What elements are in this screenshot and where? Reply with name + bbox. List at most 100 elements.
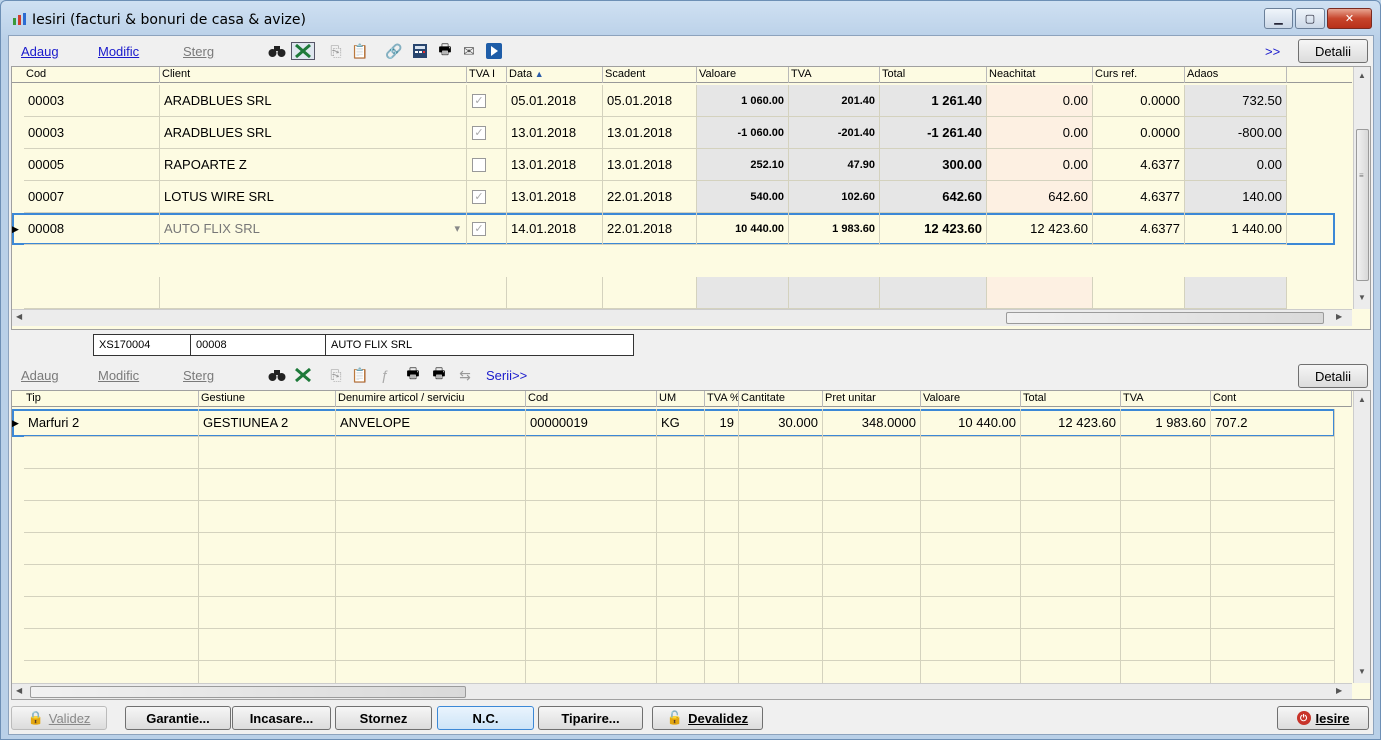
invoice-cell-adaos[interactable]: 1 440.00: [1185, 213, 1287, 245]
invoice-vertical-scrollbar[interactable]: ▲ ≡ ▼: [1353, 67, 1370, 309]
col-header-cod[interactable]: Cod: [24, 67, 160, 83]
invoice-cell-data[interactable]: 14.01.2018: [507, 213, 603, 245]
invoice-cell-tva[interactable]: 1 983.60: [789, 213, 880, 245]
invoice-horizontal-scrollbar[interactable]: ◀ ▶: [12, 309, 1352, 326]
modify-invoice-link[interactable]: Modific: [98, 44, 139, 59]
col-header-client[interactable]: Client: [160, 67, 467, 83]
col-header-valoare[interactable]: Valoare: [697, 67, 789, 83]
invalidate-button[interactable]: 🔓 Devalidez: [652, 706, 763, 730]
invoice-cell-tva-i[interactable]: ✓: [467, 85, 507, 117]
invoice-cell-neachitat[interactable]: 642.60: [987, 181, 1093, 213]
binoculars-search-icon[interactable]: [268, 42, 286, 60]
printer-icon[interactable]: 🖶: [404, 365, 422, 384]
invoice-cell-neachitat[interactable]: 12 423.60: [987, 213, 1093, 245]
formula-icon[interactable]: ƒ: [376, 366, 394, 384]
col-header-cont[interactable]: Cont: [1211, 391, 1352, 407]
line-cell-cantitate[interactable]: 30.000: [739, 409, 823, 437]
invoice-cell-cod[interactable]: 00003: [24, 85, 160, 117]
col-header-denumire[interactable]: Denumire articol / serviciu: [336, 391, 526, 407]
invoice-cell-adaos[interactable]: 0.00: [1185, 149, 1287, 181]
invoice-cell-client[interactable]: AUTO FLIX SRL ▾: [160, 213, 467, 245]
col-header-cod-articol[interactable]: Cod: [526, 391, 657, 407]
line-cell-valoare[interactable]: 10 440.00: [921, 409, 1021, 437]
copy-icon[interactable]: ⎘: [327, 366, 345, 384]
col-header-neachitat[interactable]: Neachitat: [987, 67, 1093, 83]
collect-button[interactable]: Incasare...: [232, 706, 331, 730]
invoice-cell-client[interactable]: ARADBLUES SRL: [160, 85, 467, 117]
invoice-cell-neachitat[interactable]: 0.00: [987, 85, 1093, 117]
paste-icon[interactable]: 📋: [351, 42, 369, 60]
invoice-row[interactable]: 00007 LOTUS WIRE SRL ✓ 13.01.2018 22.01.2018…: [12, 181, 1335, 213]
invoice-cell-curs[interactable]: 0.0000: [1093, 85, 1185, 117]
invoice-cell-tva[interactable]: 102.60: [789, 181, 880, 213]
scroll-right-icon[interactable]: ▶: [1336, 686, 1342, 695]
calculator-icon[interactable]: [411, 42, 429, 60]
email-icon[interactable]: ✉: [460, 42, 478, 60]
col-header-tva[interactable]: TVA: [789, 67, 880, 83]
line-cell-tva-pct[interactable]: 19: [705, 409, 739, 437]
modify-line-link[interactable]: Modific: [98, 368, 139, 383]
scroll-up-icon[interactable]: ▲: [1358, 71, 1366, 80]
col-header-tva-i[interactable]: TVA I: [467, 67, 507, 83]
invoice-hscroll-thumb[interactable]: [1006, 312, 1324, 324]
transfer-icon[interactable]: ⇆: [456, 366, 474, 384]
play-forward-icon[interactable]: [485, 42, 503, 60]
invoice-cell-valoare[interactable]: 10 440.00: [697, 213, 789, 245]
line-cell-pret[interactable]: 348.0000: [823, 409, 921, 437]
invoice-cell-adaos[interactable]: 140.00: [1185, 181, 1287, 213]
invoice-row[interactable]: 00003 ARADBLUES SRL ✓ 05.01.2018 05.01.2018 1…: [12, 85, 1335, 117]
col-header-tva-pct[interactable]: TVA %: [705, 391, 739, 407]
col-header-total[interactable]: Total: [880, 67, 987, 83]
tva-incasare-checkbox[interactable]: ✓: [472, 222, 486, 236]
invoice-cell-total[interactable]: 12 423.60: [880, 213, 987, 245]
scroll-down-icon[interactable]: ▼: [1358, 293, 1366, 302]
delete-line-link[interactable]: Sterg: [183, 368, 214, 383]
line-row[interactable]: ▶ Marfuri 2 GESTIUNEA 2 ANVELOPE 00000019 KG 1…: [12, 409, 1335, 437]
invoice-cell-tva[interactable]: 201.40: [789, 85, 880, 117]
invoice-cell-data[interactable]: 05.01.2018: [507, 85, 603, 117]
invoice-details-button[interactable]: Detalii: [1298, 39, 1368, 63]
invoice-cell-tva[interactable]: 47.90: [789, 149, 880, 181]
maximize-button[interactable]: ▢: [1295, 8, 1325, 29]
scroll-down-icon[interactable]: ▼: [1358, 667, 1366, 676]
scroll-up-icon[interactable]: ▲: [1358, 395, 1366, 404]
line-cell-gestiune[interactable]: GESTIUNEA 2: [199, 409, 336, 437]
invoice-row[interactable]: 00005 RAPOARTE Z 13.01.2018 13.01.2018 252.1…: [12, 149, 1335, 181]
copy-icon[interactable]: ⎘: [327, 42, 345, 60]
scroll-right-icon[interactable]: ▶: [1336, 312, 1342, 321]
col-header-pret[interactable]: Pret unitar: [823, 391, 921, 407]
title-bar[interactable]: Iesiri (facturi & bonuri de casa & avize…: [1, 1, 1380, 35]
invoice-cell-tva-i[interactable]: [467, 149, 507, 181]
invoice-cell-scadent[interactable]: 13.01.2018: [603, 149, 697, 181]
invoice-row[interactable]: ▶ 00008 AUTO FLIX SRL ▾ ✓ 14.01.2018 22.01.201…: [12, 213, 1335, 245]
col-header-tip[interactable]: Tip: [24, 391, 199, 407]
line-cell-total[interactable]: 12 423.60: [1021, 409, 1121, 437]
invoice-cell-data[interactable]: 13.01.2018: [507, 149, 603, 181]
col-header-tva-line[interactable]: TVA: [1121, 391, 1211, 407]
exit-button[interactable]: ⏻ Iesire: [1277, 706, 1369, 730]
invoice-cell-cod[interactable]: 00008: [24, 213, 160, 245]
invoice-cell-total[interactable]: -1 261.40: [880, 117, 987, 149]
lines-hscroll-thumb[interactable]: [30, 686, 466, 698]
col-header-data[interactable]: Data ▲: [507, 67, 603, 83]
invoice-cell-client[interactable]: ARADBLUES SRL: [160, 117, 467, 149]
invoice-cell-scadent[interactable]: 05.01.2018: [603, 85, 697, 117]
invoice-cell-total[interactable]: 300.00: [880, 149, 987, 181]
invoice-cell-neachitat[interactable]: 0.00: [987, 149, 1093, 181]
expand-more-link[interactable]: >>: [1265, 44, 1280, 59]
invoice-cell-valoare[interactable]: 540.00: [697, 181, 789, 213]
line-details-button[interactable]: Detalii: [1298, 364, 1368, 388]
invoice-cell-valoare[interactable]: 252.10: [697, 149, 789, 181]
binoculars-search-icon[interactable]: [268, 366, 286, 384]
invoice-cell-cod[interactable]: 00005: [24, 149, 160, 181]
line-cell-um[interactable]: KG: [657, 409, 705, 437]
invoice-cell-curs[interactable]: 4.6377: [1093, 213, 1185, 245]
invoice-cell-curs[interactable]: 4.6377: [1093, 149, 1185, 181]
line-cell-tip[interactable]: Marfuri 2: [24, 409, 199, 437]
line-cell-denumire[interactable]: ANVELOPE: [336, 409, 526, 437]
invoice-cell-tva-i[interactable]: ✓: [467, 213, 507, 245]
paste-icon[interactable]: 📋: [351, 366, 369, 384]
invoice-cell-tva[interactable]: -201.40: [789, 117, 880, 149]
invoice-cell-scadent[interactable]: 13.01.2018: [603, 117, 697, 149]
tva-incasare-checkbox[interactable]: ✓: [472, 190, 486, 204]
